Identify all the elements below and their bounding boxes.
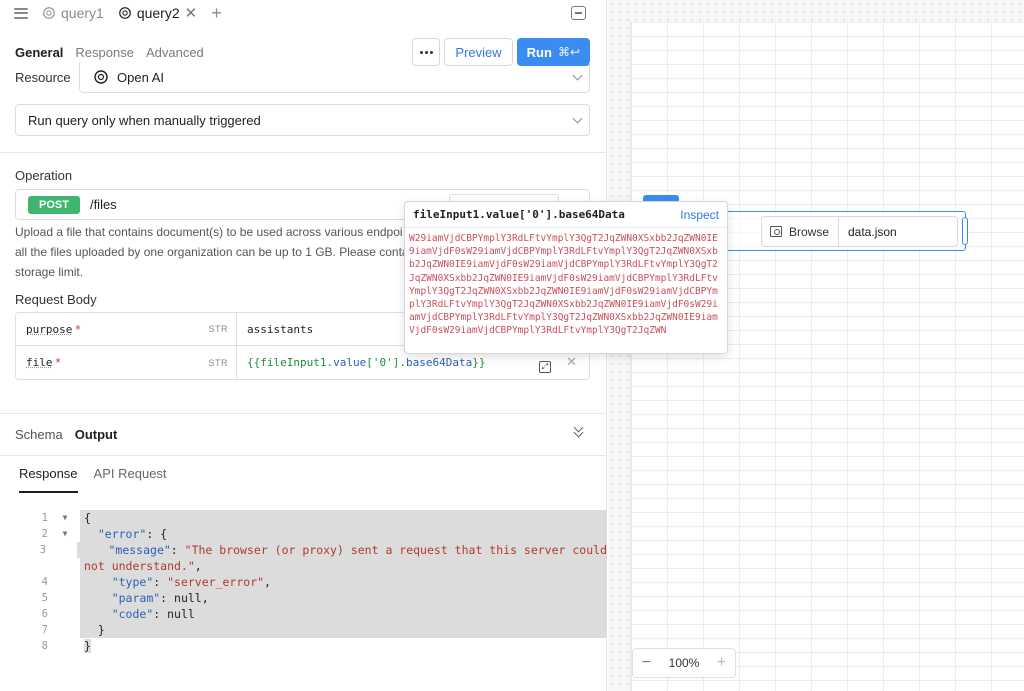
- value-preview-popover: fileInput1.value['0'].base64Data Inspect…: [404, 201, 728, 354]
- browse-file-icon: [770, 226, 782, 237]
- template-prop: base64Data: [405, 356, 473, 369]
- response-code-viewer[interactable]: 1 ▼{ 2 ▼ "error": { 3 "message": "The brow…: [0, 510, 607, 654]
- method-badge: POST: [28, 195, 80, 214]
- file-input-component[interactable]: Browse data.json: [761, 216, 958, 247]
- resize-handle[interactable]: [962, 217, 968, 245]
- line-number: 5: [41, 592, 48, 604]
- line-number: 6: [41, 608, 48, 620]
- run-label: Run: [526, 44, 552, 60]
- divider: [0, 455, 606, 456]
- popover-header: fileInput1.value['0'].base64Data Inspect: [405, 202, 727, 228]
- line-number: 4: [41, 576, 48, 588]
- hamburger-menu-icon[interactable]: [14, 7, 28, 19]
- selected-file-name: data.json: [848, 224, 897, 239]
- tab-response[interactable]: Response: [75, 45, 134, 60]
- openai-logo-icon: [118, 7, 131, 19]
- tab-general[interactable]: General: [15, 45, 63, 60]
- browse-label: Browse: [789, 224, 830, 239]
- popover-value: W29iamVjdCBPYmplY3RdLFtvYmplY3QgT2JqZWN0…: [409, 233, 718, 337]
- double-chevron-down-icon[interactable]: [573, 422, 584, 438]
- trigger-select[interactable]: Run query only when manually triggered: [15, 104, 590, 136]
- template-mid: ['0'].: [366, 356, 406, 369]
- divider: [0, 152, 606, 153]
- template-close: }}: [472, 356, 486, 369]
- browse-button[interactable]: Browse: [762, 217, 839, 246]
- resource-row: Resource Open AI: [15, 62, 590, 93]
- chevron-down-icon: [572, 113, 583, 124]
- description-line: all the files uploaded by one organizati…: [15, 245, 409, 259]
- operation-description: Upload a file that contains document(s) …: [15, 222, 415, 282]
- collapse-panel-icon[interactable]: [571, 6, 586, 20]
- tab-advanced[interactable]: Advanced: [146, 45, 204, 60]
- zoom-in-icon[interactable]: +: [717, 654, 726, 672]
- chevron-down-icon: [572, 70, 583, 81]
- operation-label: Operation: [15, 168, 73, 183]
- divider: [0, 413, 606, 414]
- operation-path: /files: [89, 197, 117, 212]
- param-value-input[interactable]: {{fileInput1.value['0'].base64Data}}: [237, 356, 485, 369]
- line-number: 7: [41, 624, 48, 636]
- run-shortcut: ⌘↩: [557, 45, 580, 59]
- resource-select[interactable]: Open AI: [79, 62, 590, 93]
- tab-label: query2: [136, 5, 180, 21]
- line-number: 1: [41, 512, 48, 524]
- zoom-level: 100%: [668, 656, 700, 670]
- fold-arrow-icon[interactable]: ▼: [50, 526, 80, 542]
- close-icon[interactable]: ✕: [185, 4, 198, 22]
- line-number: 2: [41, 528, 48, 540]
- tab-label: query1: [61, 5, 104, 21]
- required-marker: *: [75, 321, 81, 337]
- param-key-cell: purpose * STR: [16, 313, 237, 345]
- param-key: file: [26, 356, 53, 369]
- openai-logo-icon: [94, 70, 108, 84]
- response-tabs: Response API Request: [19, 466, 167, 493]
- tab-schema[interactable]: Schema: [15, 427, 63, 442]
- param-value-input[interactable]: assistants: [237, 323, 313, 336]
- param-key-cell: file * STR: [16, 346, 237, 379]
- schema-output-bar: Schema Output: [15, 422, 590, 442]
- tab-response-output[interactable]: Response: [19, 466, 78, 493]
- request-body-label: Request Body: [15, 292, 97, 307]
- tab-output[interactable]: Output: [75, 427, 118, 442]
- param-type: STR: [208, 324, 228, 334]
- add-tab-icon[interactable]: +: [211, 4, 222, 22]
- tab-query2[interactable]: query2 ✕: [118, 4, 197, 22]
- zoom-control: − 100% +: [632, 648, 736, 678]
- openai-logo-icon: [43, 7, 55, 19]
- resource-label: Resource: [15, 70, 71, 85]
- expand-editor-icon[interactable]: ⤢: [539, 361, 551, 373]
- query-tab-bar: query1 query2 ✕ +: [0, 0, 606, 26]
- param-key: purpose: [26, 322, 73, 336]
- required-marker: *: [55, 355, 61, 370]
- inspect-link[interactable]: Inspect: [680, 208, 719, 222]
- param-type: STR: [208, 357, 228, 368]
- tab-api-request[interactable]: API Request: [94, 466, 167, 493]
- fold-arrow-icon[interactable]: ▼: [50, 510, 80, 526]
- template-prop: value: [333, 356, 367, 369]
- resource-value: Open AI: [117, 69, 164, 85]
- template-open: {{fileInput1.: [247, 356, 334, 369]
- canvas-grid: [630, 22, 1024, 691]
- remove-param-icon[interactable]: ✕: [566, 354, 577, 370]
- line-number: 8: [41, 640, 48, 652]
- tab-query1[interactable]: query1: [42, 5, 104, 21]
- description-line: storage limit.: [15, 265, 84, 279]
- zoom-out-icon[interactable]: −: [642, 654, 651, 672]
- popover-expression: fileInput1.value['0'].base64Data: [413, 208, 625, 221]
- trigger-value: Run query only when manually triggered: [28, 112, 261, 128]
- line-number: 3: [39, 544, 47, 556]
- description-line: Upload a file that contains document(s) …: [15, 225, 403, 239]
